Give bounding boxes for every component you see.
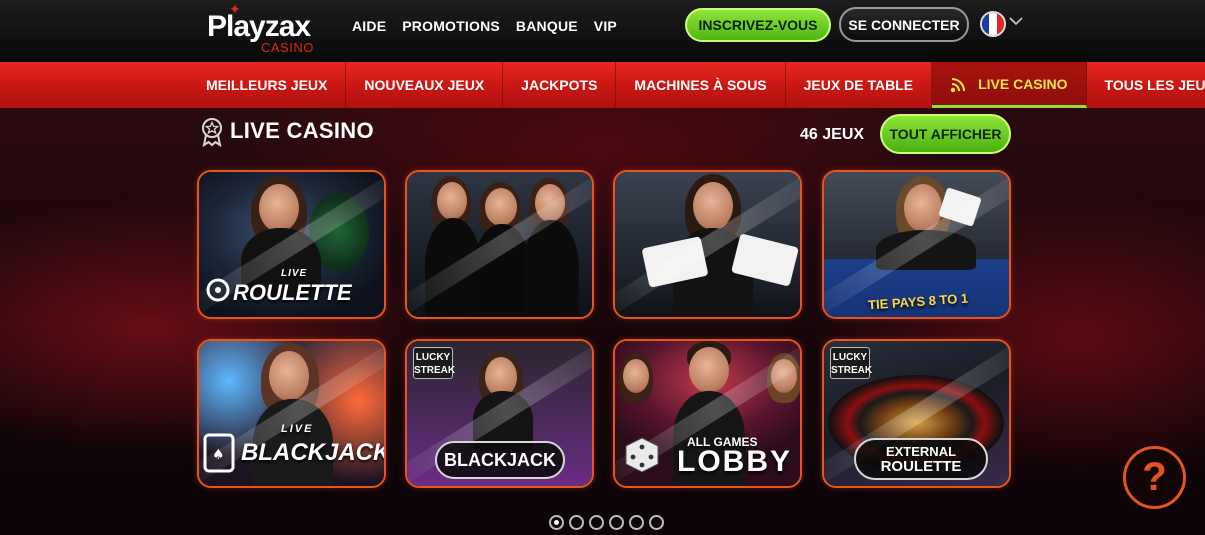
tile-label-line2: LOBBY — [677, 445, 792, 478]
category-nav: MEILLEURS JEUX NOUVEAUX JEUX JACKPOTS MA… — [0, 62, 1205, 108]
games-count: 46 JEUX — [800, 126, 865, 143]
tile-label: EXTERNAL ROULETTE — [854, 438, 988, 480]
nav-vip[interactable]: VIP — [594, 18, 617, 34]
language-selector[interactable] — [980, 11, 1024, 37]
nav-promotions[interactable]: PROMOTIONS — [402, 18, 500, 34]
game-tile-all-games-lobby[interactable]: ALL GAMES LOBBY — [613, 339, 802, 488]
game-tile-live-blackjack[interactable]: LIVE ♠ BLACKJACK — [197, 339, 386, 488]
logo-text: Playzax — [207, 10, 311, 43]
page-dot-5[interactable] — [629, 515, 644, 530]
login-button[interactable]: SE CONNECTER — [839, 7, 969, 42]
page-background — [0, 108, 1205, 535]
category-meilleurs-jeux[interactable]: MEILLEURS JEUX — [188, 62, 347, 108]
svg-text:♠: ♠ — [212, 447, 225, 463]
game-tile-lucky-streak-blackjack[interactable]: LUCKY STREAK BLACKJACK — [405, 339, 594, 488]
playing-card-icon: ♠ — [203, 433, 235, 473]
roulette-wheel-icon — [206, 278, 230, 302]
lucky-streak-badge: LUCKY STREAK — [830, 347, 872, 379]
chevron-down-icon — [1009, 17, 1023, 26]
help-button[interactable]: ? — [1123, 446, 1186, 509]
top-nav: AIDE PROMOTIONS BANQUE VIP — [352, 18, 617, 34]
category-jackpots[interactable]: JACKPOTS — [503, 62, 617, 108]
page-dot-2[interactable] — [569, 515, 584, 530]
broadcast-icon — [950, 77, 966, 92]
dice-icon — [625, 437, 659, 473]
nav-aide[interactable]: AIDE — [352, 18, 386, 34]
page-dot-3[interactable] — [589, 515, 604, 530]
live-tag: LIVE — [281, 423, 314, 435]
category-nouveaux-jeux[interactable]: NOUVEAUX JEUX — [346, 62, 504, 108]
section-title: LIVE CASINO — [230, 118, 374, 143]
category-tous-les-jeux[interactable]: TOUS LES JEUX — [1087, 62, 1205, 108]
category-live-casino[interactable]: LIVE CASINO — [932, 62, 1087, 108]
category-jeux-de-table[interactable]: JEUX DE TABLE — [786, 62, 933, 108]
category-machines-a-sous[interactable]: MACHINES À SOUS — [616, 62, 786, 108]
game-tile-live-baccarat[interactable]: TIE PAYS 8 TO 1 — [822, 170, 1011, 319]
page-dot-6[interactable] — [649, 515, 664, 530]
badge-star-icon — [202, 118, 222, 147]
nav-banque[interactable]: BANQUE — [516, 18, 578, 34]
live-tag: LIVE — [281, 268, 308, 279]
tile-label: ROULETTE — [233, 280, 352, 305]
page-dot-4[interactable] — [609, 515, 624, 530]
france-flag-icon — [980, 11, 1006, 37]
game-tile-live-dealers[interactable] — [405, 170, 594, 319]
tile-label: BLACKJACK — [241, 439, 386, 466]
tile-label: BLACKJACK — [435, 441, 565, 479]
game-tile-live-roulette[interactable]: LIVE ROULETTE — [197, 170, 386, 319]
lucky-streak-badge: LUCKY STREAK — [413, 347, 455, 379]
category-live-casino-label: LIVE CASINO — [978, 75, 1068, 92]
top-header: ✦ Playzax CASINO AIDE PROMOTIONS BANQUE … — [0, 0, 1205, 62]
tile-label-line1: EXTERNAL — [885, 444, 957, 459]
logo-subtext: CASINO — [261, 40, 314, 55]
view-all-button[interactable]: TOUT AFFICHER — [880, 114, 1011, 154]
page-dot-1[interactable] — [549, 515, 564, 530]
logo[interactable]: ✦ Playzax CASINO — [207, 2, 319, 56]
carousel-pagination — [549, 515, 664, 530]
tile-label-line2: ROULETTE — [880, 458, 962, 475]
game-tile-live-poker[interactable] — [613, 170, 802, 319]
register-button[interactable]: INSCRIVEZ-VOUS — [685, 8, 831, 42]
game-tile-lucky-streak-external-roulette[interactable]: LUCKY STREAK EXTERNAL ROULETTE — [822, 339, 1011, 488]
